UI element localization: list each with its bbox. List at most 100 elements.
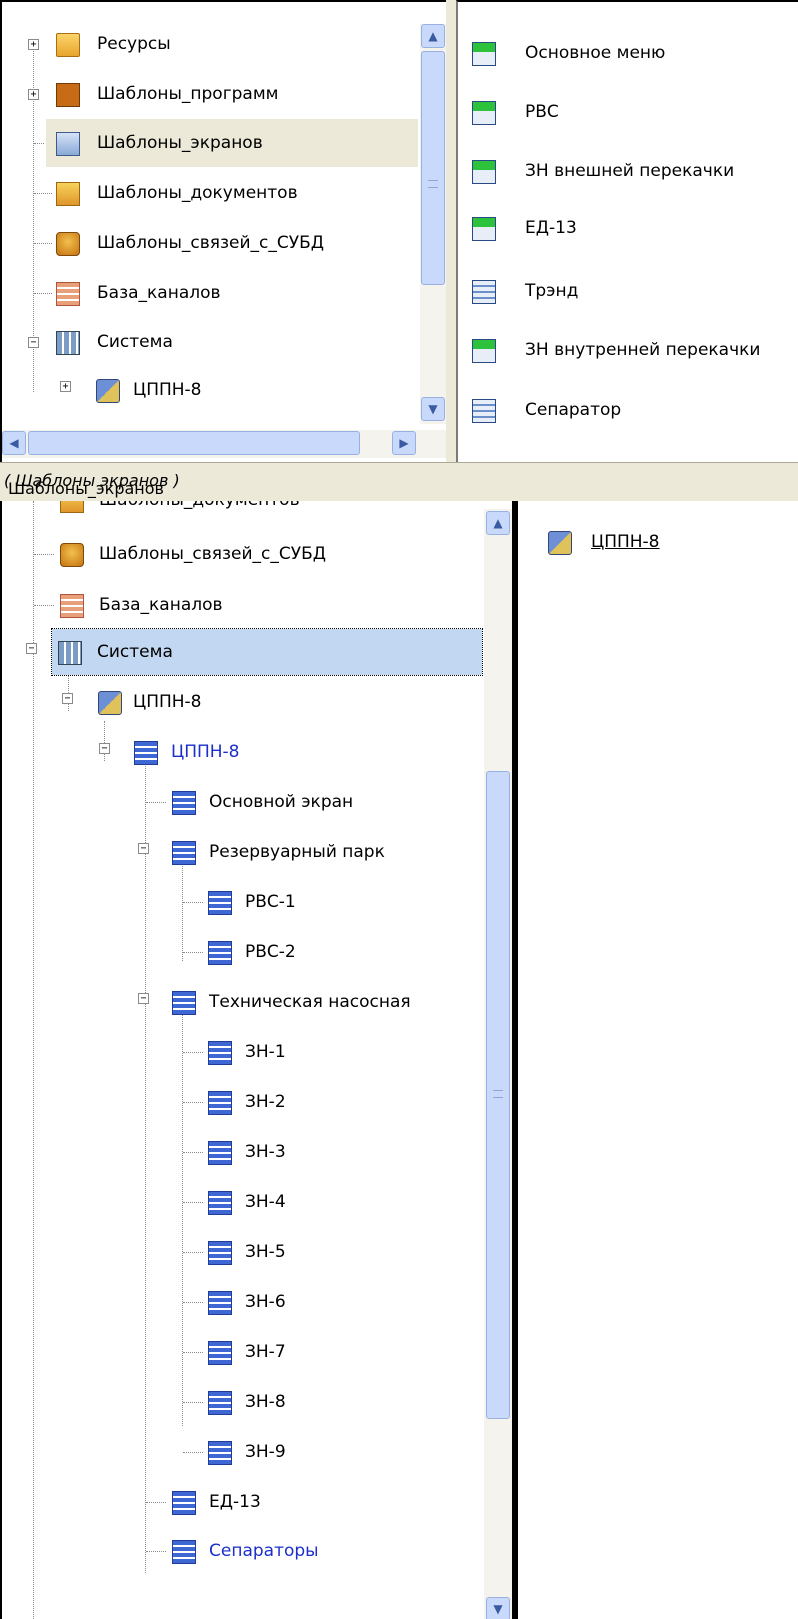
tree-node-icon [172,791,196,815]
channel-base-icon [56,282,80,306]
scroll-up-icon[interactable]: ▲ [421,24,445,48]
program-templates-icon [56,83,80,107]
list-item-label: РВС [525,102,559,122]
expand-plus-icon[interactable]: + [28,39,39,50]
tree-guide-line [68,671,69,711]
tree-guide-line [146,802,166,803]
tree-item-system[interactable]: − Система [2,327,422,357]
tree-node-icon [134,741,158,765]
tree-item-label: Резервуарный парк [209,842,385,862]
list-item-label: Трэнд [525,281,579,301]
expand-plus-icon[interactable]: + [60,381,71,392]
tree-item-program-templates[interactable]: + Шаблоны_программ [2,79,422,109]
tree-item-document-templates[interactable]: Шаблоны_документов [2,178,422,208]
scroll-left-icon[interactable]: ◀ [2,431,26,455]
tree-item-label: Шаблоны_документов [96,501,303,515]
collapse-minus-icon[interactable]: − [26,643,37,654]
tree-node-icon [172,991,196,1015]
tree-guide-line [183,952,203,953]
pane-splitter[interactable] [446,0,456,462]
collapse-minus-icon[interactable]: − [138,993,149,1004]
document-templates-icon [60,501,84,513]
top-tree-pane[interactable]: + Ресурсы + Шаблоны_программ Шаблоны_экр… [0,0,448,464]
mnemo-screen-icon [472,101,496,125]
tree-node-icon [172,841,196,865]
document-templates-icon [56,182,80,206]
scroll-thumb[interactable] [486,771,510,1419]
scroll-thumb[interactable] [28,431,360,455]
tree-item-label: ЗН-5 [245,1242,286,1262]
tree-item-system[interactable]: Система [51,628,483,676]
horizontal-scrollbar[interactable]: ◀ ▶ [2,430,446,458]
collapse-minus-icon[interactable]: − [138,843,149,854]
screen-templates-icon [56,132,80,156]
tree-node-icon [208,1141,232,1165]
tree-item-label: ЦППН-8 [133,692,202,712]
scroll-thumb[interactable] [421,51,445,285]
scroll-up-icon[interactable]: ▲ [486,511,510,535]
tree-item-label: ЗН-6 [245,1292,286,1312]
list-item-label: ЕД-13 [525,218,577,238]
object-list-pane[interactable]: ЦППН-8 [518,501,798,1619]
tree-guide-line [183,1052,203,1053]
vertical-scrollbar[interactable]: ▲ ▼ [420,24,446,424]
list-item-label: Сепаратор [525,400,622,420]
system-tree-pane[interactable]: Шаблоны_документов Шаблоны_связей_с_СУБД… [0,501,514,1619]
tree-item-label: ЕД-13 [209,1492,261,1512]
tree-guide-line [34,293,52,294]
tree-guide-line [34,554,54,555]
tree-item-sql-templates[interactable]: Шаблоны_связей_с_СУБД [2,228,422,258]
tree-item-resources[interactable]: + Ресурсы [2,29,422,59]
tree-guide-line [34,243,52,244]
tree-item-label: База_каналов [97,283,221,303]
screen-list-pane[interactable]: Основное меню РВС ЗН внешней перекачки Е… [456,0,798,462]
caption-path-name: Шаблоны_экранов [8,479,164,498]
tree-item-label: ЗН-4 [245,1192,286,1212]
mnemo-screen-icon [472,160,496,184]
tree-guide-line [183,1452,203,1453]
tree-guide-line [34,143,44,144]
tree-item-label: ЗН-9 [245,1442,286,1462]
collapse-minus-icon[interactable]: − [99,743,110,754]
system-icon [58,641,82,665]
tree-item-plant[interactable]: + ЦППН-8 [2,375,422,405]
trend-screen-icon [472,399,496,423]
caption-path: Шаблоны_экранов ( Шаблоны экранов ) [4,471,180,498]
tree-node-icon [208,1291,232,1315]
tree-guide-line [183,1402,203,1403]
tree-guide-line [34,605,54,606]
tree-guide-line [183,1352,203,1353]
scroll-grip-icon [493,1090,503,1098]
tree-item-label: База_каналов [99,595,223,615]
tree-guide-line [182,1011,183,1426]
tree-guide-line [145,763,146,1573]
folder-open-icon [56,33,80,57]
tree-item-label: ЗН-8 [245,1392,286,1412]
tree-node-icon [172,1540,196,1564]
collapse-minus-icon[interactable]: − [62,693,73,704]
tree-guide-line [183,1102,203,1103]
scroll-down-icon[interactable]: ▼ [486,1597,510,1619]
tree-item-label: Сепараторы [209,1541,319,1561]
tree-guide-line [182,861,183,961]
tree-guide-line [183,1302,203,1303]
tree-guide-line [183,1252,203,1253]
caption-bar: Шаблоны_экранов ( Шаблоны экранов ) [0,462,798,502]
list-item-label: ЗН внутренней перекачки [525,340,761,360]
tree-item-screen-templates[interactable]: Шаблоны_экранов [34,119,418,167]
expand-plus-icon[interactable]: + [28,89,39,100]
tree-item-label: Техническая насосная [209,992,411,1012]
tree-item-label: ЗН-2 [245,1092,286,1112]
tree-item-channel-base[interactable]: База_каналов [2,278,422,308]
collapse-minus-icon[interactable]: − [28,337,39,348]
tree-node-icon [208,1441,232,1465]
channel-base-icon [60,594,84,618]
tree-item-label: Ресурсы [97,34,171,54]
tree-item-label: Основной экран [209,792,354,812]
tree-item-label: Шаблоны_программ [97,84,279,104]
mnemo-screen-icon [472,42,496,66]
scroll-right-icon[interactable]: ▶ [392,431,416,455]
scroll-down-icon[interactable]: ▼ [421,397,445,421]
trend-screen-icon [472,280,496,304]
vertical-scrollbar[interactable]: ▲ ▼ [484,509,512,1619]
